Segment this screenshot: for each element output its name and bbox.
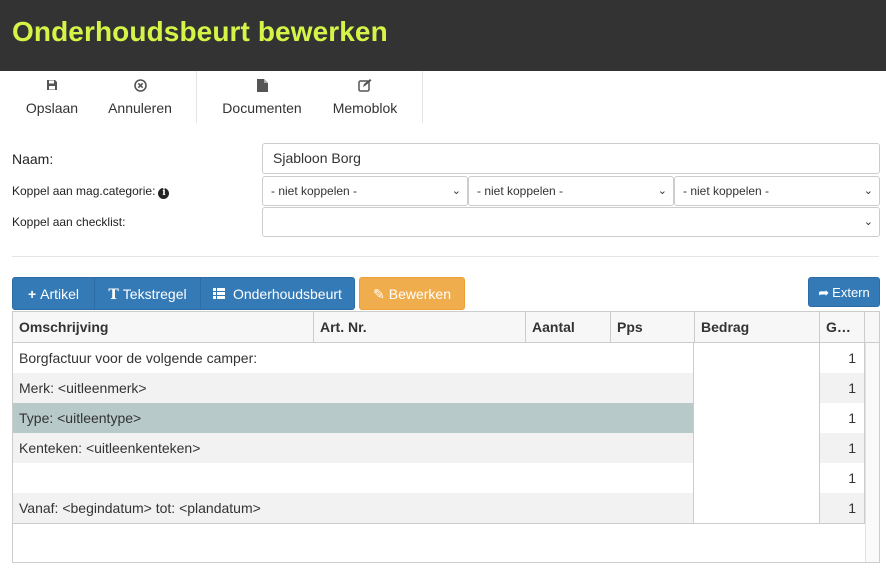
- cell-g: 1: [820, 433, 865, 463]
- cell-omschrijving: Merk: <uitleenmerk>: [13, 373, 694, 403]
- table-row[interactable]: Borgfactuur voor de volgende camper: 1: [13, 343, 865, 373]
- cell-omschrijving: Vanaf: <begindatum> tot: <plandatum>: [13, 493, 694, 523]
- naam-label: Naam:: [12, 151, 54, 167]
- list-icon: [213, 286, 229, 302]
- toolbar-divider: [422, 71, 423, 123]
- save-icon: [20, 79, 84, 93]
- document-icon: [218, 79, 306, 93]
- cell-g: 1: [820, 493, 865, 523]
- tekstregel-label: Tekstregel: [122, 286, 187, 302]
- cell-g: 1: [820, 403, 865, 433]
- column-header-aantal[interactable]: Aantal: [526, 312, 611, 343]
- naam-input[interactable]: Sjabloon Borg: [262, 143, 880, 174]
- save-label: Opslaan: [25, 100, 79, 116]
- cell-omschrijving: Kenteken: <uitleenkenteken>: [13, 433, 694, 463]
- koppel-mag-label: Koppel aan mag.categorie: i: [12, 184, 170, 199]
- chevron-down-icon: ⌄: [451, 185, 461, 197]
- select-value: - niet koppelen -: [683, 184, 770, 198]
- table-row[interactable]: Vanaf: <begindatum> tot: <plandatum> 1: [13, 493, 865, 523]
- cell-bedrag: [694, 433, 820, 463]
- cancel-button[interactable]: Annuleren: [104, 71, 176, 125]
- add-tekstregel-button[interactable]: T Tekstregel: [94, 277, 201, 310]
- mag-category-select-2[interactable]: - niet koppelen - ⌄: [468, 176, 674, 206]
- save-button[interactable]: Opslaan: [20, 71, 84, 125]
- add-onderhoudsbeurt-button[interactable]: Onderhoudsbeurt: [200, 277, 355, 310]
- edit-note-icon: [328, 79, 402, 93]
- column-header-pps[interactable]: Pps: [611, 312, 695, 343]
- divider: [12, 256, 879, 257]
- add-artikel-button[interactable]: + Artikel: [12, 277, 95, 310]
- documents-button[interactable]: Documenten: [218, 71, 306, 125]
- page-header: Onderhoudsbeurt bewerken: [0, 0, 886, 71]
- artikel-label: Artikel: [40, 286, 80, 302]
- table-header: Omschrijving Art. Nr. Aantal Pps Bedrag …: [13, 312, 879, 343]
- select-value: - niet koppelen -: [477, 184, 564, 198]
- koppel-mag-label-text: Koppel aan mag.categorie:: [12, 184, 156, 198]
- cell-bedrag: [694, 343, 820, 373]
- chevron-down-icon: ⌄: [863, 185, 873, 197]
- table-row[interactable]: 1: [13, 463, 865, 493]
- cell-omschrijving: Type: <uitleentype>: [13, 403, 694, 433]
- vertical-scrollbar[interactable]: [865, 343, 879, 562]
- page-title: Onderhoudsbeurt bewerken: [12, 16, 388, 47]
- cell-g: 1: [820, 373, 865, 403]
- column-header-g[interactable]: G…: [820, 312, 865, 343]
- table-row-selected[interactable]: Type: <uitleentype> 1: [13, 403, 865, 433]
- pencil-icon: ✎: [373, 286, 385, 302]
- cell-g: 1: [820, 463, 865, 493]
- column-header-omschrijving[interactable]: Omschrijving: [13, 312, 314, 343]
- cell-bedrag: [694, 403, 820, 433]
- row-divider: [13, 523, 865, 524]
- koppel-checklist-label: Koppel aan checklist:: [12, 215, 126, 229]
- mag-category-select-1[interactable]: - niet koppelen - ⌄: [262, 176, 468, 206]
- column-header-art-nr[interactable]: Art. Nr.: [314, 312, 526, 343]
- cell-bedrag: [694, 463, 820, 493]
- bewerken-label: Bewerken: [388, 286, 451, 302]
- chevron-down-icon: ⌄: [863, 216, 873, 228]
- extern-label: Extern: [832, 285, 870, 300]
- text-height-icon: T: [108, 287, 119, 303]
- mag-category-select-3[interactable]: - niet koppelen - ⌄: [674, 176, 880, 206]
- cell-omschrijving: Borgfactuur voor de volgende camper:: [13, 343, 694, 373]
- select-value: - niet koppelen -: [271, 184, 358, 198]
- info-icon[interactable]: i: [158, 188, 170, 199]
- chevron-down-icon: ⌄: [657, 185, 667, 197]
- extern-button[interactable]: ➦ Extern: [808, 277, 880, 307]
- cell-omschrijving: [13, 463, 694, 493]
- cancel-label: Annuleren: [108, 100, 172, 116]
- table-row[interactable]: Merk: <uitleenmerk> 1: [13, 373, 865, 403]
- column-header-bedrag[interactable]: Bedrag: [695, 312, 820, 343]
- toolbar-divider: [196, 71, 197, 123]
- documents-label: Documenten: [222, 100, 302, 116]
- order-lines-table: Omschrijving Art. Nr. Aantal Pps Bedrag …: [12, 311, 880, 563]
- cell-bedrag: [694, 373, 820, 403]
- memoblok-label: Memoblok: [332, 100, 398, 116]
- table-row[interactable]: Kenteken: <uitleenkenteken> 1: [13, 433, 865, 463]
- memoblok-button[interactable]: Memoblok: [328, 71, 402, 125]
- cell-g: 1: [820, 343, 865, 373]
- plus-icon: +: [27, 286, 37, 302]
- onderhoudsbeurt-label: Onderhoudsbeurt: [232, 286, 342, 302]
- share-icon: ➦: [818, 285, 830, 300]
- cancel-icon: [104, 79, 176, 93]
- toolbar: Opslaan Annuleren Documenten Memoblok: [0, 71, 886, 125]
- checklist-select[interactable]: ⌄: [262, 207, 880, 237]
- cell-bedrag: [694, 493, 820, 523]
- edit-button[interactable]: ✎ Bewerken: [359, 277, 465, 310]
